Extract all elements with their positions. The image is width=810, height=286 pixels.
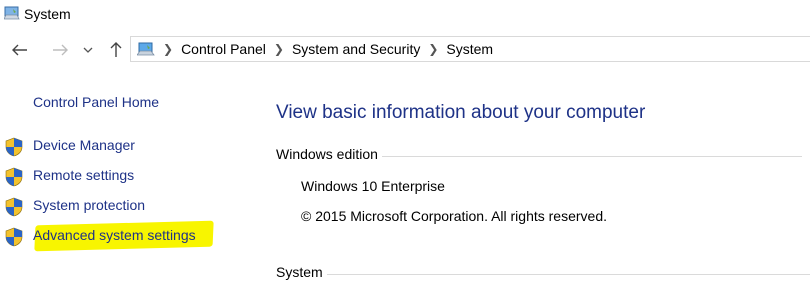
section-divider (326, 273, 810, 275)
up-button[interactable] (104, 38, 128, 62)
uac-shield-icon (5, 167, 23, 187)
back-arrow-icon (12, 44, 27, 56)
forward-arrow-icon (53, 44, 68, 56)
uac-shield-icon (5, 197, 23, 217)
uac-shield-icon (5, 227, 23, 247)
navigation-bar: ❯ Control Panel ❯ System and Security ❯ … (0, 36, 810, 64)
system-section-header: System (276, 264, 810, 280)
breadcrumb-separator: ❯ (163, 42, 174, 56)
section-title: System (276, 264, 323, 280)
sidebar-item-system-protection[interactable]: System protection (5, 196, 245, 218)
control-panel-home-link[interactable]: Control Panel Home (33, 94, 159, 110)
section-divider (381, 155, 802, 157)
sidebar-item-device-manager[interactable]: Device Manager (5, 136, 245, 158)
uac-shield-icon (5, 137, 23, 157)
page-title: View basic information about your comput… (276, 102, 646, 123)
section-title: Windows edition (276, 146, 378, 162)
sidebar-item-remote-settings[interactable]: Remote settings (5, 166, 245, 188)
windows-edition-value: Windows 10 Enterprise (301, 178, 445, 194)
recent-locations-button[interactable] (80, 38, 96, 62)
back-button[interactable] (8, 38, 32, 62)
sidebar-item-label[interactable]: System protection (33, 197, 145, 213)
breadcrumb-system[interactable]: System (446, 41, 493, 57)
system-computer-icon (4, 6, 20, 20)
breadcrumb-system-and-security[interactable]: System and Security (292, 41, 420, 57)
system-window: System ❯ Control Panel ❯ System and Secu… (0, 0, 810, 286)
sidebar-item-label[interactable]: Advanced system settings (33, 227, 196, 243)
up-arrow-icon (110, 42, 122, 57)
sidebar-item-advanced-system-settings[interactable]: Advanced system settings (5, 220, 245, 252)
copyright-text: © 2015 Microsoft Corporation. All rights… (301, 208, 608, 224)
windows-edition-section-header: Windows edition (276, 146, 802, 162)
forward-button[interactable] (48, 38, 72, 62)
breadcrumb-separator[interactable]: ❯ (274, 42, 284, 56)
sidebar-item-label[interactable]: Remote settings (33, 167, 134, 183)
control-panel-icon (137, 42, 155, 56)
sidebar-item-label[interactable]: Device Manager (33, 137, 135, 153)
breadcrumb-separator[interactable]: ❯ (428, 42, 438, 56)
window-title: System (24, 6, 71, 22)
address-bar[interactable]: ❯ Control Panel ❯ System and Security ❯ … (130, 36, 810, 62)
chevron-down-icon (83, 47, 93, 53)
title-bar: System (0, 0, 810, 30)
breadcrumb-control-panel[interactable]: Control Panel (181, 41, 266, 57)
